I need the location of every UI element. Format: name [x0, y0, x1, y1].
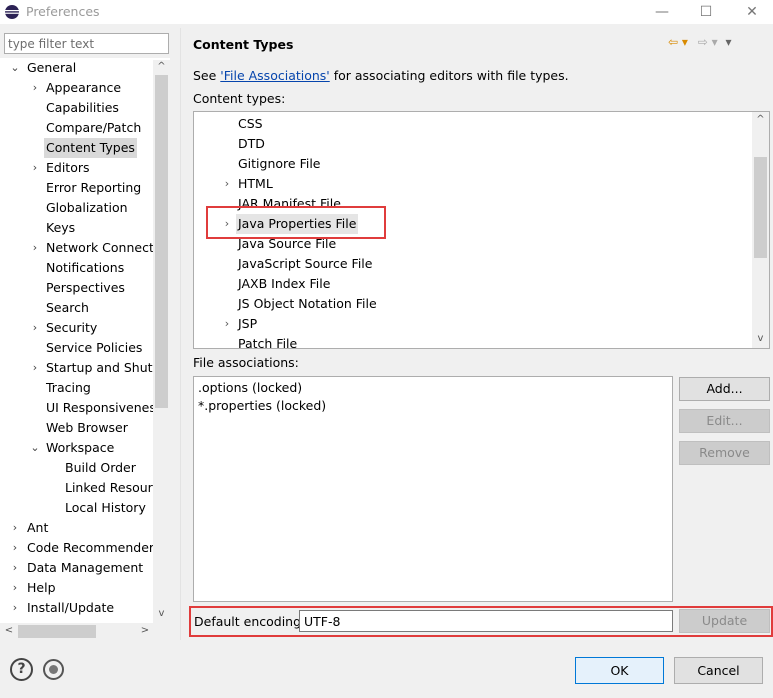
- help-icon[interactable]: ?: [10, 658, 33, 681]
- content-types-label: Content types:: [193, 91, 286, 106]
- tree-item[interactable]: Startup and Shutd: [44, 358, 162, 378]
- remove-button[interactable]: Remove: [679, 441, 770, 465]
- content-type-item[interactable]: DTD: [236, 134, 267, 154]
- forward-arrow-icon[interactable]: ⇨ ▾: [698, 35, 718, 49]
- ok-button[interactable]: OK: [575, 657, 664, 684]
- tree-expand-chevron-icon[interactable]: ›: [10, 522, 20, 533]
- maximize-button[interactable]: ☐: [694, 2, 718, 22]
- tree-item[interactable]: General: [25, 58, 78, 78]
- file-associations-link[interactable]: 'File Associations': [220, 68, 329, 83]
- tree-scroll-right-icon[interactable]: >: [138, 624, 152, 638]
- close-button[interactable]: ✕: [740, 2, 764, 22]
- tree-item[interactable]: Web Browser: [44, 418, 130, 438]
- tree-item[interactable]: Build Order: [63, 458, 138, 478]
- view-menu-icon[interactable]: ▾: [725, 35, 731, 49]
- tree-expand-chevron-icon[interactable]: ›: [30, 162, 40, 173]
- file-associations-label: File associations:: [193, 355, 299, 370]
- content-types-scroll-down-icon[interactable]: v: [754, 332, 767, 346]
- content-type-chevron-icon[interactable]: ›: [222, 314, 232, 334]
- tree-vertical-thumb[interactable]: [155, 75, 168, 408]
- tree-horizontal-thumb[interactable]: [18, 625, 96, 638]
- default-encoding-input[interactable]: [299, 610, 673, 632]
- file-association-item[interactable]: .options (locked): [198, 379, 668, 397]
- import-export-icon-dot: [49, 665, 58, 674]
- tree-expand-chevron-icon[interactable]: ⌄: [10, 62, 20, 73]
- tree-item[interactable]: Content Types: [44, 138, 137, 158]
- content-type-item[interactable]: Gitignore File: [236, 154, 322, 174]
- tree-scroll-up-icon[interactable]: ^: [155, 60, 168, 74]
- edit-button[interactable]: Edit...: [679, 409, 770, 433]
- tree-expand-chevron-icon[interactable]: ›: [10, 562, 20, 573]
- tree-item[interactable]: Perspectives: [44, 278, 127, 298]
- tree-item[interactable]: Help: [25, 578, 58, 598]
- content-types-scroll-up-icon[interactable]: ^: [754, 113, 767, 127]
- content-type-item[interactable]: CSS: [236, 114, 265, 134]
- annotation-highlight-box: [206, 206, 386, 239]
- tree-item[interactable]: Data Management: [25, 558, 145, 578]
- filter-input[interactable]: [4, 33, 169, 54]
- minimize-button[interactable]: —: [650, 2, 674, 22]
- preference-tree[interactable]: ⌄ General › Appearance Capabilities Compare/P…: [0, 58, 170, 623]
- content-type-chevron-icon[interactable]: ›: [222, 174, 232, 194]
- eclipse-icon: [5, 5, 19, 19]
- tree-item[interactable]: Error Reporting: [44, 178, 143, 198]
- tree-scroll-down-icon[interactable]: v: [155, 607, 168, 621]
- tree-item[interactable]: Appearance: [44, 78, 123, 98]
- content-type-item[interactable]: JSP: [236, 314, 259, 334]
- content-type-item[interactable]: JAXB Index File: [236, 274, 332, 294]
- page-navigation: ⇦ ▾ ⇨ ▾ ▾: [668, 35, 732, 49]
- tree-item[interactable]: Service Policies: [44, 338, 144, 358]
- tree-item[interactable]: Search: [44, 298, 91, 318]
- content-type-item[interactable]: HTML: [236, 174, 275, 194]
- tree-expand-chevron-icon[interactable]: ›: [10, 582, 20, 593]
- update-button[interactable]: Update: [679, 609, 770, 633]
- tree-item[interactable]: Capabilities: [44, 98, 121, 118]
- tree-item[interactable]: Ant: [25, 518, 50, 538]
- default-encoding-label: Default encoding:: [194, 614, 306, 629]
- tree-item[interactable]: Compare/Patch: [44, 118, 143, 138]
- tree-item[interactable]: UI Responsiveness: [44, 398, 164, 418]
- tree-expand-chevron-icon[interactable]: ›: [10, 602, 20, 613]
- content-type-item[interactable]: Patch File: [236, 334, 299, 348]
- tree-item[interactable]: Security: [44, 318, 99, 338]
- file-association-item[interactable]: *.properties (locked): [198, 397, 668, 415]
- tree-expand-chevron-icon[interactable]: ›: [30, 82, 40, 93]
- tree-item[interactable]: Tracing: [44, 378, 93, 398]
- file-associations-list[interactable]: .options (locked) *.properties (locked): [193, 376, 673, 602]
- content-type-item[interactable]: JavaScript Source File: [236, 254, 374, 274]
- tree-item[interactable]: Install/Update: [25, 598, 116, 618]
- tree-item[interactable]: Globalization: [44, 198, 130, 218]
- tree-expand-chevron-icon[interactable]: ⌄: [30, 442, 40, 453]
- tree-item[interactable]: Workspace: [44, 438, 116, 458]
- tree-item[interactable]: Editors: [44, 158, 92, 178]
- tree-expand-chevron-icon[interactable]: ›: [30, 322, 40, 333]
- tree-item[interactable]: Network Connectio: [44, 238, 167, 258]
- tree-item[interactable]: Linked Resourc: [63, 478, 161, 498]
- window-title: Preferences: [26, 4, 100, 19]
- add-button[interactable]: Add...: [679, 377, 770, 401]
- cancel-button[interactable]: Cancel: [674, 657, 763, 684]
- tree-scroll-left-icon[interactable]: <: [2, 624, 16, 638]
- tree-item[interactable]: Code Recommenders: [25, 538, 163, 558]
- hint-suffix: for associating editors with file types.: [329, 68, 569, 83]
- page-title: Content Types: [193, 37, 294, 52]
- back-arrow-icon[interactable]: ⇦ ▾: [668, 35, 688, 49]
- tree-expand-chevron-icon[interactable]: ›: [30, 362, 40, 373]
- content-types-scroll-thumb[interactable]: [754, 157, 767, 258]
- tree-expand-chevron-icon[interactable]: ›: [10, 542, 20, 553]
- tree-item[interactable]: Keys: [44, 218, 77, 238]
- tree-expand-chevron-icon[interactable]: ›: [30, 242, 40, 253]
- file-associations-hint: See 'File Associations' for associating …: [193, 68, 569, 83]
- content-type-item[interactable]: JS Object Notation File: [236, 294, 379, 314]
- tree-item[interactable]: Local History: [63, 498, 148, 518]
- hint-prefix: See: [193, 68, 221, 83]
- tree-item[interactable]: Notifications: [44, 258, 126, 278]
